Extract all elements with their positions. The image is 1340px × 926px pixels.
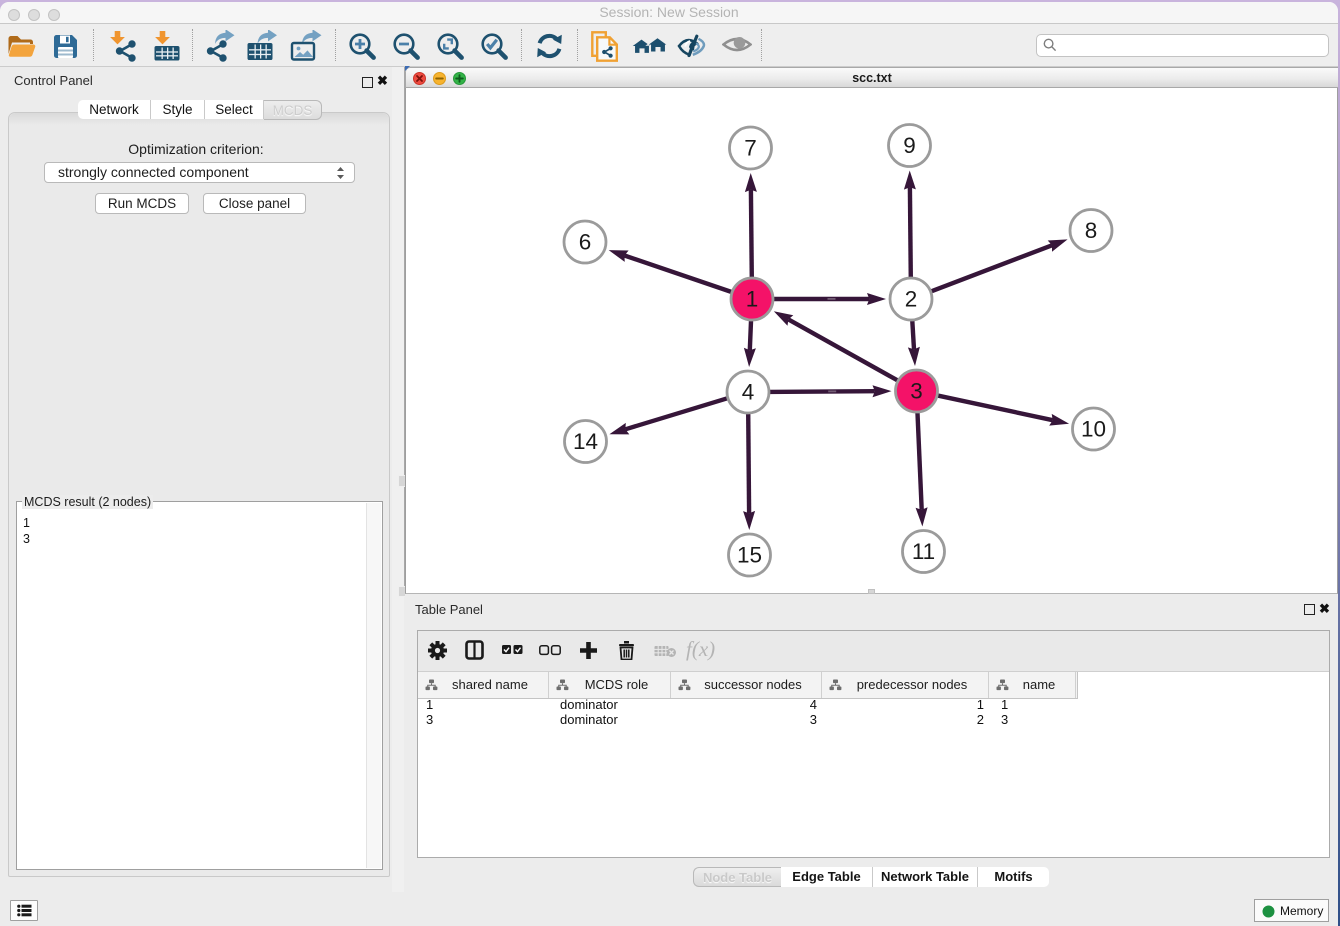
svg-text:1: 1 <box>746 287 759 312</box>
svg-text:14: 14 <box>573 429 598 454</box>
svg-text:8: 8 <box>1085 218 1098 243</box>
svg-text:9: 9 <box>903 133 916 158</box>
svg-text:3: 3 <box>910 379 923 404</box>
svg-text:11: 11 <box>912 539 935 564</box>
svg-text:10: 10 <box>1081 417 1106 442</box>
svg-text:6: 6 <box>579 230 592 255</box>
svg-text:2: 2 <box>905 287 918 312</box>
svg-text:15: 15 <box>737 543 762 568</box>
svg-text:4: 4 <box>742 380 755 405</box>
svg-text:7: 7 <box>744 136 757 161</box>
